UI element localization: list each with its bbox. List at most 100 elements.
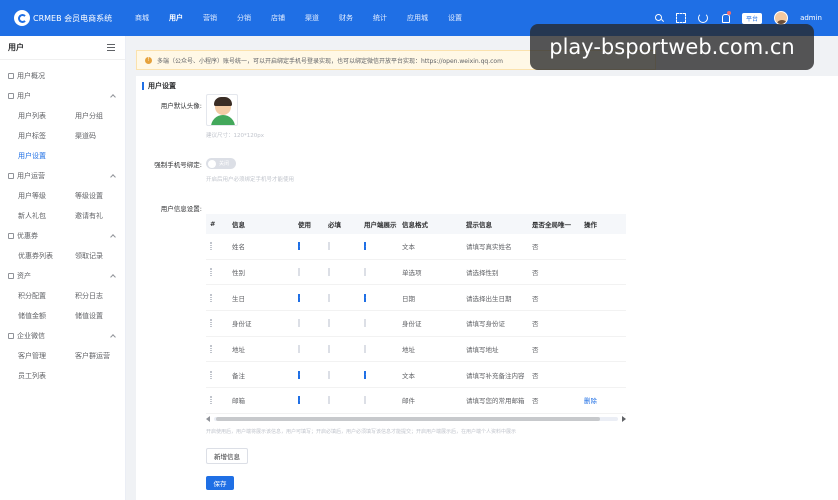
collapse-menu-icon[interactable] [107, 44, 115, 51]
sidebar-group[interactable]: 资产 [0, 266, 125, 286]
required-checkbox[interactable] [328, 293, 330, 302]
column-header: 用户端展示 [364, 221, 397, 229]
sidebar-item-overview[interactable]: 用户概况 [0, 66, 125, 86]
sidebar-item[interactable]: 客户群运营 [75, 346, 132, 366]
required-checkbox[interactable] [328, 345, 330, 354]
save-button[interactable]: 保存 [206, 476, 234, 490]
sidebar-group[interactable]: 用户 [0, 86, 125, 106]
sidebar-item[interactable]: 用户等级 [18, 186, 75, 206]
use-checkbox[interactable] [298, 396, 300, 405]
show-checkbox[interactable] [364, 345, 366, 354]
show-checkbox[interactable] [364, 242, 366, 251]
drag-handle-icon[interactable] [210, 268, 212, 277]
nav-item[interactable]: 营销 [193, 0, 227, 36]
refresh-icon[interactable] [698, 13, 709, 23]
show-checkbox[interactable] [364, 396, 366, 405]
admin-name[interactable]: admin [800, 14, 822, 22]
column-header: 必填 [328, 221, 341, 229]
sidebar-group[interactable]: 优惠券 [0, 226, 125, 246]
chevron-up-icon[interactable] [110, 94, 116, 100]
drag-handle-icon[interactable] [210, 319, 212, 328]
sidebar-item[interactable]: 用户标签 [18, 126, 75, 146]
chevron-up-icon[interactable] [110, 334, 116, 340]
nav-item[interactable]: 统计 [363, 0, 397, 36]
brand-logo[interactable]: CRMEB 会员电商系统 [0, 0, 125, 36]
chevron-up-icon[interactable] [110, 174, 116, 180]
sidebar-item[interactable]: 用户设置 [18, 146, 75, 166]
scroll-right-icon[interactable] [622, 416, 626, 422]
use-checkbox[interactable] [298, 345, 300, 354]
sidebar-item[interactable]: 积分日志 [75, 286, 132, 306]
delete-link[interactable]: 删除 [584, 395, 626, 405]
sidebar-item[interactable]: 积分配置 [18, 286, 75, 306]
info-tip: 请选择性别 [466, 269, 499, 278]
chevron-up-icon[interactable] [110, 274, 116, 280]
required-checkbox[interactable] [328, 370, 330, 379]
scroll-thumb[interactable] [216, 417, 600, 421]
drag-handle-icon[interactable] [210, 242, 212, 251]
use-checkbox[interactable] [298, 293, 300, 302]
nav-item[interactable]: 分销 [227, 0, 261, 36]
sidebar-group[interactable]: 用户运营 [0, 166, 125, 186]
required-cell [328, 370, 364, 379]
sidebar-item[interactable]: 渠道码 [75, 126, 132, 146]
nav-item[interactable]: 渠道 [295, 0, 329, 36]
use-checkbox[interactable] [298, 370, 300, 379]
table-hint: 开启使用后，用户端将展示该信息，用户可填写；开启必填后，用户必须填写该信息才能提… [206, 429, 517, 435]
sidebar-item[interactable]: 新人礼包 [18, 206, 75, 226]
sidebar-item[interactable]: 优惠券列表 [18, 246, 75, 266]
nav-item[interactable]: 用户 [159, 0, 193, 36]
platform-badge[interactable]: 平台 [742, 12, 763, 24]
required-checkbox[interactable] [328, 242, 330, 251]
drag-handle-icon[interactable] [210, 345, 212, 354]
sidebar-item[interactable]: 领取记录 [75, 246, 132, 266]
nav-item[interactable]: 设置 [438, 0, 472, 36]
show-checkbox[interactable] [364, 268, 366, 277]
sidebar-item[interactable]: 员工列表 [18, 366, 75, 386]
info-tip: 请选择出生日期 [466, 294, 512, 303]
table-horizontal-scrollbar[interactable] [206, 415, 626, 423]
user-info-table: # 信息 使用 必填 用户端展示 信息格式 提示信息 是否全局唯一 操作 姓名 文本 请填写真实姓名… [206, 214, 626, 422]
phone-bind-switch[interactable]: 关闭 [206, 158, 236, 169]
sidebar-item[interactable]: 客户管理 [18, 346, 75, 366]
nav-item[interactable]: 应用城 [397, 0, 438, 36]
drag-cell [206, 319, 232, 328]
info-tip: 请填写身份证 [466, 320, 505, 329]
sidebar-group-items: 用户列表 用户分组 用户标签 渠道码 用户设置 [0, 106, 125, 166]
nav-item[interactable]: 店铺 [261, 0, 295, 36]
avatar[interactable] [774, 11, 789, 25]
use-checkbox[interactable] [298, 242, 300, 251]
sidebar-group[interactable]: 企业微信 [0, 326, 125, 346]
sidebar-item[interactable]: 用户列表 [18, 106, 75, 126]
table-header: # 信息 使用 必填 用户端展示 信息格式 提示信息 是否全局唯一 操作 [206, 214, 626, 234]
drag-handle-icon[interactable] [210, 293, 212, 302]
use-checkbox[interactable] [298, 319, 300, 328]
info-unique: 否 [532, 346, 539, 355]
required-checkbox[interactable] [328, 268, 330, 277]
scroll-left-icon[interactable] [206, 416, 210, 422]
drag-handle-icon[interactable] [210, 396, 212, 405]
bell-icon[interactable] [720, 11, 732, 23]
default-avatar-upload[interactable] [206, 94, 238, 126]
drag-handle-icon[interactable] [210, 370, 212, 379]
use-cell [298, 396, 328, 405]
show-checkbox[interactable] [364, 319, 366, 328]
show-checkbox[interactable] [364, 370, 366, 379]
fullscreen-icon[interactable] [676, 13, 687, 23]
show-cell [364, 345, 402, 354]
sidebar-item[interactable]: 储值设置 [75, 306, 132, 326]
required-checkbox[interactable] [328, 319, 330, 328]
sidebar-groups: 用户 用户列表 用户分组 用户标签 渠道码 用户设置 用户运营 用户等级 等级设置 新人礼包 邀请有… [0, 86, 125, 386]
sidebar-item-label: 用户概况 [17, 72, 45, 80]
nav-item[interactable]: 财务 [329, 0, 363, 36]
required-checkbox[interactable] [328, 396, 330, 405]
sidebar-item[interactable]: 储值金额 [18, 306, 75, 326]
show-checkbox[interactable] [364, 293, 366, 302]
search-icon[interactable] [654, 13, 664, 23]
avatar-body [211, 115, 235, 125]
nav-item[interactable]: 商城 [125, 0, 159, 36]
phone-bind-label: 强制手机号绑定: [154, 161, 202, 169]
use-checkbox[interactable] [298, 268, 300, 277]
chevron-up-icon[interactable] [110, 234, 116, 240]
add-info-button[interactable]: 新增信息 [206, 448, 248, 464]
